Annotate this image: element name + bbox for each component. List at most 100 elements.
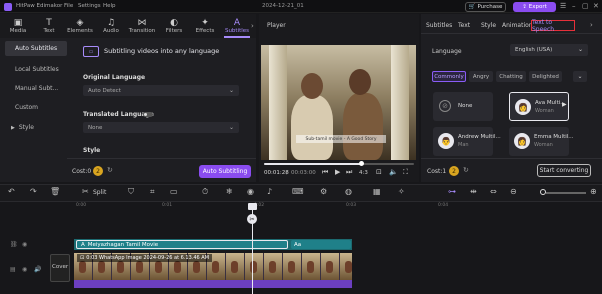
zoom-slider[interactable] <box>546 192 586 194</box>
track-visibility-icon[interactable]: ◉ <box>22 241 27 248</box>
tool-transition[interactable]: ⋈ Transition <box>127 14 157 38</box>
delete-icon[interactable]: 🗑 <box>50 187 60 196</box>
video-thumbnail <box>226 253 244 280</box>
auto-subtitling-button[interactable]: Auto Subtitling <box>199 165 251 178</box>
sidebar-item-local-subtitles[interactable]: Local Subtitles <box>5 62 67 77</box>
purchase-button[interactable]: 🛒 Purchase <box>465 2 506 12</box>
aspect-ratio[interactable]: 4:3 <box>359 170 368 176</box>
color-icon[interactable]: ◍ <box>345 187 352 196</box>
mask-icon[interactable]: ▦ <box>373 187 381 196</box>
voice-card-none[interactable]: ⊘ None <box>433 92 493 121</box>
playhead-handle[interactable] <box>248 203 257 210</box>
marker-icon[interactable]: ⛉ <box>128 187 134 197</box>
scissors-icon[interactable]: ✂ <box>247 214 257 224</box>
tool-media[interactable]: ▣ Media <box>3 14 33 38</box>
close-icon[interactable]: ✕ <box>593 2 599 10</box>
prev-frame-icon[interactable]: ⏮ <box>322 168 328 177</box>
snap-icon[interactable]: ⇹ <box>470 187 477 196</box>
minimize-icon[interactable]: – <box>572 2 576 10</box>
progress-knob[interactable] <box>359 161 364 166</box>
sidebar-item-manual-subtitles[interactable]: Manual Subt... <box>5 81 67 96</box>
ai-icon[interactable]: ✧ <box>398 187 405 196</box>
undo-icon[interactable]: ↶ <box>8 187 15 196</box>
track-link-icon[interactable]: ⛓ <box>10 241 18 248</box>
settings-icon[interactable]: ☰ <box>560 2 566 10</box>
thumbnail-person <box>269 261 276 273</box>
link-icon[interactable]: ⊶ <box>448 187 456 196</box>
refresh-icon[interactable]: ↻ <box>107 166 113 174</box>
tool-audio[interactable]: ♫ Audio <box>96 14 126 38</box>
tab-animation[interactable]: Animation <box>502 22 533 29</box>
video-preview[interactable]: Sub-tamil movie - A Good Story <box>261 45 416 160</box>
video-thumbnail <box>321 253 339 280</box>
sidebar-item-style[interactable]: ▶ Style <box>5 120 67 135</box>
menu-help[interactable]: Help <box>103 3 116 9</box>
chevron-right-icon[interactable]: › <box>251 22 254 30</box>
tool-subtitles[interactable]: A Subtitles <box>222 14 252 38</box>
mood-chip-delighted[interactable]: Delighted <box>529 71 562 82</box>
tab-subtitles[interactable]: Subtitles <box>426 22 452 29</box>
sidebar-item-label: Style <box>18 124 34 131</box>
tool-text[interactable]: T Text <box>34 14 64 38</box>
audio-wave-icon[interactable]: ♪ <box>267 187 272 196</box>
caption-icon[interactable]: ▭ <box>170 187 178 196</box>
mood-chip-angry[interactable]: Angry <box>469 71 493 82</box>
export-button[interactable]: ⇪ Export <box>513 2 556 12</box>
tool-elements[interactable]: ◈ Elements <box>65 14 95 38</box>
redo-icon[interactable]: ↷ <box>30 187 37 196</box>
volume-icon[interactable]: 🔈 <box>389 168 398 176</box>
align-icon[interactable]: ⇔ <box>490 187 497 196</box>
mood-chip-chatting[interactable]: Chatting <box>496 71 526 82</box>
video-pillar <box>391 45 409 160</box>
tool-effects[interactable]: ✦ Effects <box>190 14 220 38</box>
select-value: English (USA) <box>515 47 553 53</box>
split-label[interactable]: Split <box>93 189 106 196</box>
tab-text-to-speech[interactable]: Text to Speech <box>531 19 575 33</box>
zoom-in-icon[interactable]: ⊕ <box>590 187 597 196</box>
style-label: Style <box>83 147 101 154</box>
mood-chip-commonly[interactable]: Commonly <box>432 71 466 82</box>
tab-text[interactable]: Text <box>458 22 470 29</box>
refresh-icon[interactable]: ↻ <box>463 166 469 174</box>
menu-settings[interactable]: Settings <box>78 3 101 9</box>
voice-card-ava[interactable]: 👩 Ava Multi... Woman ▶ <box>509 92 569 121</box>
adjust-icon[interactable]: ⚙ <box>320 187 327 196</box>
translation-toggle[interactable] <box>143 112 153 117</box>
more-moods-button[interactable]: ⌄ <box>573 71 587 82</box>
crop-icon[interactable]: ⌗ <box>150 187 155 197</box>
text-clip[interactable]: A Meiyazhagan Tamil Movie <box>76 240 288 249</box>
voice-name: Ava Multi... <box>535 100 566 106</box>
start-converting-button[interactable]: Start converting <box>537 164 591 177</box>
voice-card-emma[interactable]: 👩 Emma Multil... Woman <box>509 127 574 156</box>
maximize-icon[interactable]: ▢ <box>582 2 589 10</box>
record-icon[interactable]: ◉ <box>247 187 254 196</box>
sidebar-item-custom[interactable]: Custom <box>5 100 67 115</box>
speed-icon[interactable]: ⏱ <box>202 187 208 197</box>
snapshot-icon[interactable]: ⊡ <box>376 168 382 176</box>
sidebar-item-auto-subtitles[interactable]: Auto Subtitles <box>5 41 67 56</box>
split-icon[interactable]: ✂ <box>82 187 89 196</box>
translated-language-select[interactable]: None ⌄ <box>83 122 239 133</box>
tts-icon[interactable]: ⌨ <box>292 187 304 196</box>
play-icon[interactable]: ▶ <box>335 168 340 176</box>
next-frame-icon[interactable]: ⏭ <box>346 168 352 177</box>
zoom-out-icon[interactable]: ⊖ <box>510 187 517 196</box>
original-language-select[interactable]: Auto Detect ⌄ <box>83 85 239 96</box>
voice-card-andrew[interactable]: 👨 Andrew Multil... Man <box>433 127 501 156</box>
menu-file[interactable]: File <box>64 3 73 9</box>
text-clip[interactable]: Aa <box>291 240 351 249</box>
freeze-icon[interactable]: ❄ <box>226 187 233 196</box>
chevron-right-icon[interactable]: › <box>590 21 593 29</box>
play-preview-icon[interactable]: ▶ <box>562 101 567 108</box>
language-select[interactable]: English (USA) ⌄ <box>510 44 588 56</box>
tab-style[interactable]: Style <box>481 22 496 29</box>
chevron-down-icon: ⌄ <box>577 73 583 80</box>
track-mute-icon[interactable]: 🔊 <box>34 266 41 273</box>
track-video-icon[interactable]: ▤ <box>10 266 16 273</box>
divider <box>421 33 602 34</box>
tool-filters[interactable]: ◐ Filters <box>159 14 189 38</box>
track-visibility-icon[interactable]: ◉ <box>22 266 27 273</box>
select-value: Auto Detect <box>88 87 121 94</box>
fullscreen-icon[interactable]: ⛶ <box>403 168 408 177</box>
timeline-ruler[interactable] <box>0 202 602 212</box>
